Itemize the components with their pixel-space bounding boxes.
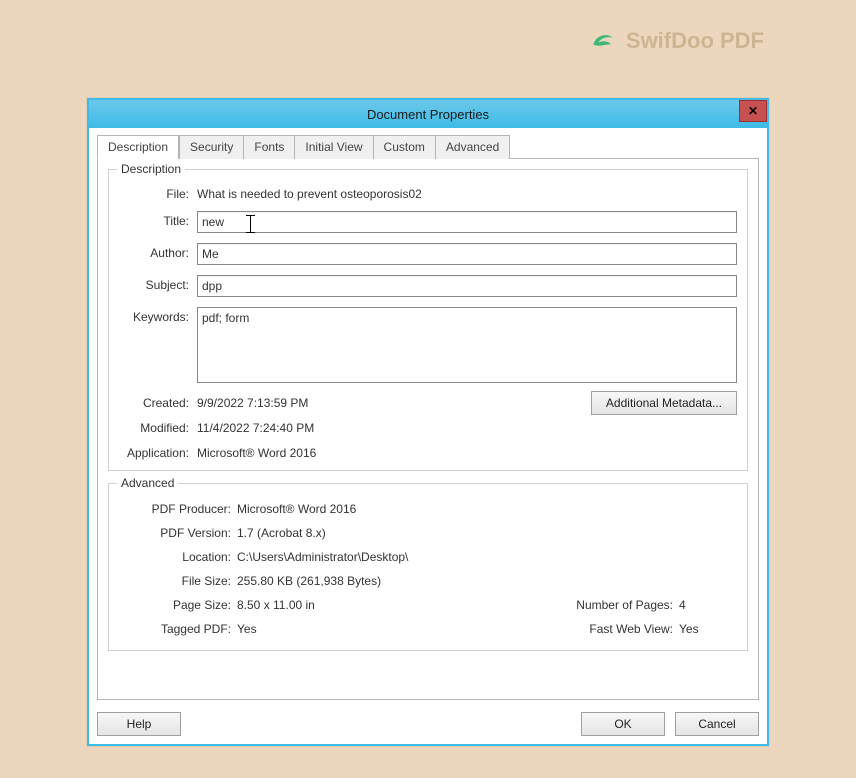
subject-label: Subject: [119, 275, 197, 292]
file-value: What is needed to prevent osteoporosis02 [197, 184, 737, 201]
help-button[interactable]: Help [97, 712, 181, 736]
page-size-value: 8.50 x 11.00 in [237, 598, 547, 612]
file-size-label: File Size: [121, 574, 231, 588]
application-label: Application: [119, 443, 197, 460]
tab-panel-description: Description File: What is needed to prev… [97, 158, 759, 700]
pdf-producer-value: Microsoft® Word 2016 [237, 502, 735, 516]
swifdoo-watermark: SwifDoo PDF [590, 28, 764, 54]
page-size-label: Page Size: [121, 598, 231, 612]
cancel-button[interactable]: Cancel [675, 712, 759, 736]
dialog-title: Document Properties [367, 107, 489, 122]
file-size-value: 255.80 KB (261,938 Bytes) [237, 574, 735, 588]
created-label: Created: [119, 393, 197, 410]
advanced-group: Advanced PDF Producer: Microsoft® Word 2… [108, 483, 748, 651]
tab-strip: Description Security Fonts Initial View … [97, 134, 759, 158]
location-label: Location: [121, 550, 231, 564]
dialog-footer: Help OK Cancel [97, 700, 759, 736]
file-label: File: [119, 184, 197, 201]
modified-value: 11/4/2022 7:24:40 PM [197, 418, 737, 435]
location-value: C:\Users\Administrator\Desktop\ [237, 550, 735, 564]
application-value: Microsoft® Word 2016 [197, 443, 737, 460]
tab-initial-view[interactable]: Initial View [295, 135, 373, 159]
title-label: Title: [119, 211, 197, 228]
watermark-text: SwifDoo PDF [626, 28, 764, 54]
close-button[interactable]: ✕ [739, 100, 767, 122]
num-pages-label: Number of Pages: [553, 598, 673, 612]
pdf-version-label: PDF Version: [121, 526, 231, 540]
title-input[interactable] [197, 211, 737, 233]
tagged-pdf-value: Yes [237, 622, 547, 636]
keywords-input[interactable] [197, 307, 737, 383]
tab-description[interactable]: Description [97, 135, 179, 159]
author-label: Author: [119, 243, 197, 260]
pdf-producer-label: PDF Producer: [121, 502, 231, 516]
tab-advanced[interactable]: Advanced [436, 135, 510, 159]
modified-label: Modified: [119, 418, 197, 435]
num-pages-value: 4 [679, 598, 735, 612]
additional-metadata-button[interactable]: Additional Metadata... [591, 391, 737, 415]
author-input[interactable] [197, 243, 737, 265]
swifdoo-logo-icon [590, 28, 616, 54]
document-properties-dialog: Document Properties ✕ Description Securi… [87, 98, 769, 746]
description-legend: Description [117, 162, 185, 176]
ok-button[interactable]: OK [581, 712, 665, 736]
pdf-version-value: 1.7 (Acrobat 8.x) [237, 526, 735, 540]
tab-custom[interactable]: Custom [374, 135, 436, 159]
tab-fonts[interactable]: Fonts [244, 135, 295, 159]
description-group: Description File: What is needed to prev… [108, 169, 748, 471]
titlebar: Document Properties ✕ [89, 100, 767, 128]
tagged-pdf-label: Tagged PDF: [121, 622, 231, 636]
keywords-label: Keywords: [119, 307, 197, 324]
advanced-legend: Advanced [117, 476, 178, 490]
subject-input[interactable] [197, 275, 737, 297]
fast-web-label: Fast Web View: [553, 622, 673, 636]
tab-security[interactable]: Security [179, 135, 244, 159]
close-icon: ✕ [748, 104, 758, 118]
fast-web-value: Yes [679, 622, 735, 636]
